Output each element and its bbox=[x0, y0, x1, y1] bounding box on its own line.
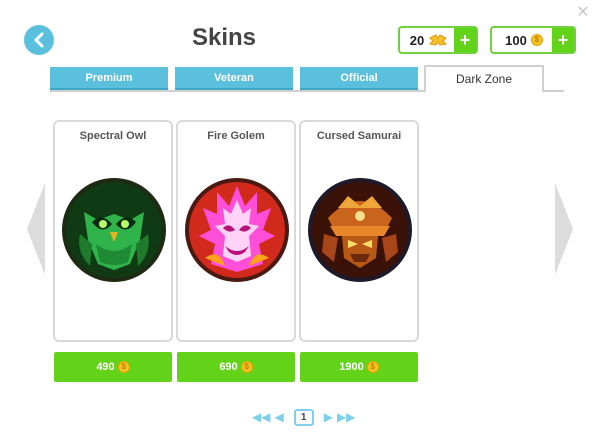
samurai-skin-icon bbox=[308, 178, 412, 282]
skin-name: Spectral Owl bbox=[79, 130, 147, 142]
tab-official[interactable]: Official bbox=[300, 67, 418, 90]
price-label: 1900 bbox=[339, 361, 364, 373]
skin-name: Fire Golem bbox=[207, 130, 265, 142]
ticket-icon bbox=[429, 34, 448, 46]
current-page: 1 bbox=[293, 408, 314, 426]
next-arrow-icon[interactable] bbox=[555, 183, 573, 275]
skin-card[interactable]: Fire Golem bbox=[176, 120, 296, 342]
ticket-balance: 20 + bbox=[398, 26, 478, 54]
page-title: Skins bbox=[191, 24, 257, 51]
owl-skin-icon bbox=[62, 178, 166, 282]
ticket-amount: 20 bbox=[409, 32, 425, 48]
tab-veteran[interactable]: Veteran bbox=[175, 67, 293, 90]
buy-button[interactable]: 490 $ bbox=[54, 352, 172, 382]
next-page-icon[interactable]: ▶ bbox=[324, 410, 333, 424]
coin-icon: $ bbox=[240, 361, 253, 373]
tab-premium[interactable]: Premium bbox=[50, 67, 168, 90]
coin-icon: $ bbox=[117, 361, 130, 373]
close-icon[interactable]: ✕ bbox=[576, 5, 590, 21]
coin-amount: 100 bbox=[505, 32, 527, 48]
skin-name: Cursed Samurai bbox=[316, 130, 402, 142]
buy-button[interactable]: 690 $ bbox=[177, 352, 295, 382]
coin-icon: $ bbox=[530, 34, 543, 46]
tab-dark-zone[interactable]: Dark Zone bbox=[424, 65, 544, 93]
category-tabs: Premium Veteran Official Dark Zone bbox=[50, 65, 564, 93]
add-tickets-button[interactable]: + bbox=[454, 28, 476, 52]
coin-icon: $ bbox=[366, 361, 379, 373]
skin-card[interactable]: Cursed Samurai bbox=[299, 120, 419, 342]
pagination: ◀◀ ◀ 1 ▶ ▶▶ bbox=[252, 408, 355, 426]
add-coins-button[interactable]: + bbox=[552, 28, 574, 52]
buy-button[interactable]: 1900 $ bbox=[300, 352, 418, 382]
price-label: 490 bbox=[96, 361, 115, 373]
previous-page-icon[interactable]: ◀ bbox=[274, 410, 283, 424]
previous-arrow-icon[interactable] bbox=[27, 183, 45, 275]
first-page-icon[interactable]: ◀◀ bbox=[252, 410, 270, 424]
skin-card[interactable]: Spectral Owl bbox=[53, 120, 173, 342]
fire-golem-skin-icon bbox=[185, 178, 289, 282]
last-page-icon[interactable]: ▶▶ bbox=[337, 410, 355, 424]
price-label: 690 bbox=[219, 361, 238, 373]
coin-balance: 100 $ + bbox=[490, 26, 576, 54]
